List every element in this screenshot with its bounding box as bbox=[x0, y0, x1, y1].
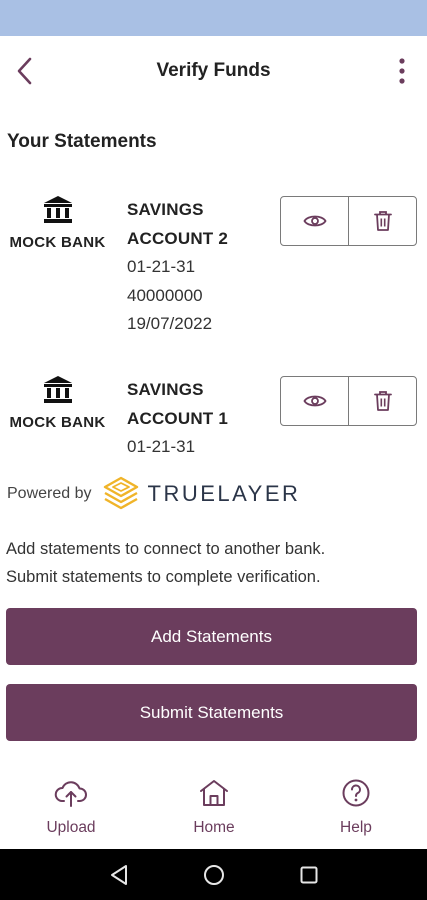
submit-statements-button[interactable]: Submit Statements bbox=[6, 684, 417, 741]
nav-home-label: Home bbox=[193, 819, 235, 836]
bottom-navigation: Upload Home Help bbox=[0, 770, 427, 848]
view-statement-button[interactable] bbox=[281, 197, 348, 245]
trash-icon bbox=[373, 391, 392, 411]
sort-code: 01-21-31 bbox=[127, 257, 196, 276]
account-info: SAVINGS ACCOUNT 2 01-21-31 40000000 19/0… bbox=[127, 196, 277, 339]
account-name-line2: ACCOUNT 1 bbox=[127, 408, 228, 428]
account-info: SAVINGS ACCOUNT 1 01-21-31 bbox=[127, 376, 277, 462]
account-name-line1: SAVINGS bbox=[127, 200, 204, 219]
powered-by-truelayer: Powered by TRUELAYER bbox=[7, 474, 300, 514]
sort-code: 01-21-31 bbox=[127, 437, 196, 456]
statement-actions bbox=[280, 196, 417, 246]
statement-actions bbox=[280, 376, 417, 426]
instructions-line-1: Add statements to connect to another ban… bbox=[6, 540, 326, 558]
delete-statement-button[interactable] bbox=[348, 377, 416, 425]
bank-name: MOCK BANK bbox=[9, 234, 106, 251]
system-navigation-bar bbox=[0, 849, 427, 900]
bank-icon bbox=[43, 376, 72, 403]
statement-date: 19/07/2022 bbox=[127, 314, 213, 333]
help-circle-icon bbox=[342, 779, 370, 807]
instructions-text: Add statements to connect to another ban… bbox=[6, 535, 421, 591]
eye-icon bbox=[302, 395, 327, 407]
section-title: Your Statements bbox=[7, 131, 157, 152]
add-statements-button[interactable]: Add Statements bbox=[6, 608, 417, 665]
square-recents-icon bbox=[300, 866, 318, 884]
account-name-line1: SAVINGS bbox=[127, 380, 204, 399]
truelayer-brand: TRUELAYER bbox=[147, 481, 301, 506]
circle-home-icon bbox=[204, 865, 224, 885]
instructions-line-2: Submit statements to complete verificati… bbox=[6, 568, 321, 586]
page-title: Verify Funds bbox=[156, 60, 271, 81]
triangle-back-icon bbox=[111, 865, 127, 885]
trash-icon bbox=[373, 211, 392, 231]
system-recents-button[interactable] bbox=[296, 862, 322, 888]
bank-icon bbox=[43, 196, 72, 223]
cloud-upload-icon bbox=[54, 781, 87, 807]
bank-logo: MOCK BANK bbox=[0, 374, 115, 431]
delete-statement-button[interactable] bbox=[348, 197, 416, 245]
powered-by-label: Powered by bbox=[7, 485, 92, 502]
nav-help-label: Help bbox=[340, 819, 372, 836]
nav-upload-label: Upload bbox=[46, 819, 96, 836]
more-options-button[interactable] bbox=[387, 54, 417, 88]
account-number: 40000000 bbox=[127, 285, 203, 305]
bank-name: MOCK BANK bbox=[9, 414, 106, 431]
nav-help[interactable]: Help bbox=[311, 778, 401, 837]
app-bar: Verify Funds bbox=[0, 36, 427, 106]
bank-logo: MOCK BANK bbox=[0, 194, 115, 251]
nav-upload[interactable]: Upload bbox=[26, 778, 116, 837]
view-statement-button[interactable] bbox=[281, 377, 348, 425]
eye-icon bbox=[302, 215, 327, 227]
account-name-line2: ACCOUNT 2 bbox=[127, 228, 228, 248]
system-home-button[interactable] bbox=[201, 862, 227, 888]
status-bar bbox=[0, 0, 427, 36]
truelayer-logo-icon bbox=[103, 476, 138, 510]
more-vertical-icon bbox=[399, 58, 405, 84]
system-back-button[interactable] bbox=[106, 862, 132, 888]
nav-home[interactable]: Home bbox=[169, 778, 259, 837]
home-icon bbox=[200, 780, 228, 806]
